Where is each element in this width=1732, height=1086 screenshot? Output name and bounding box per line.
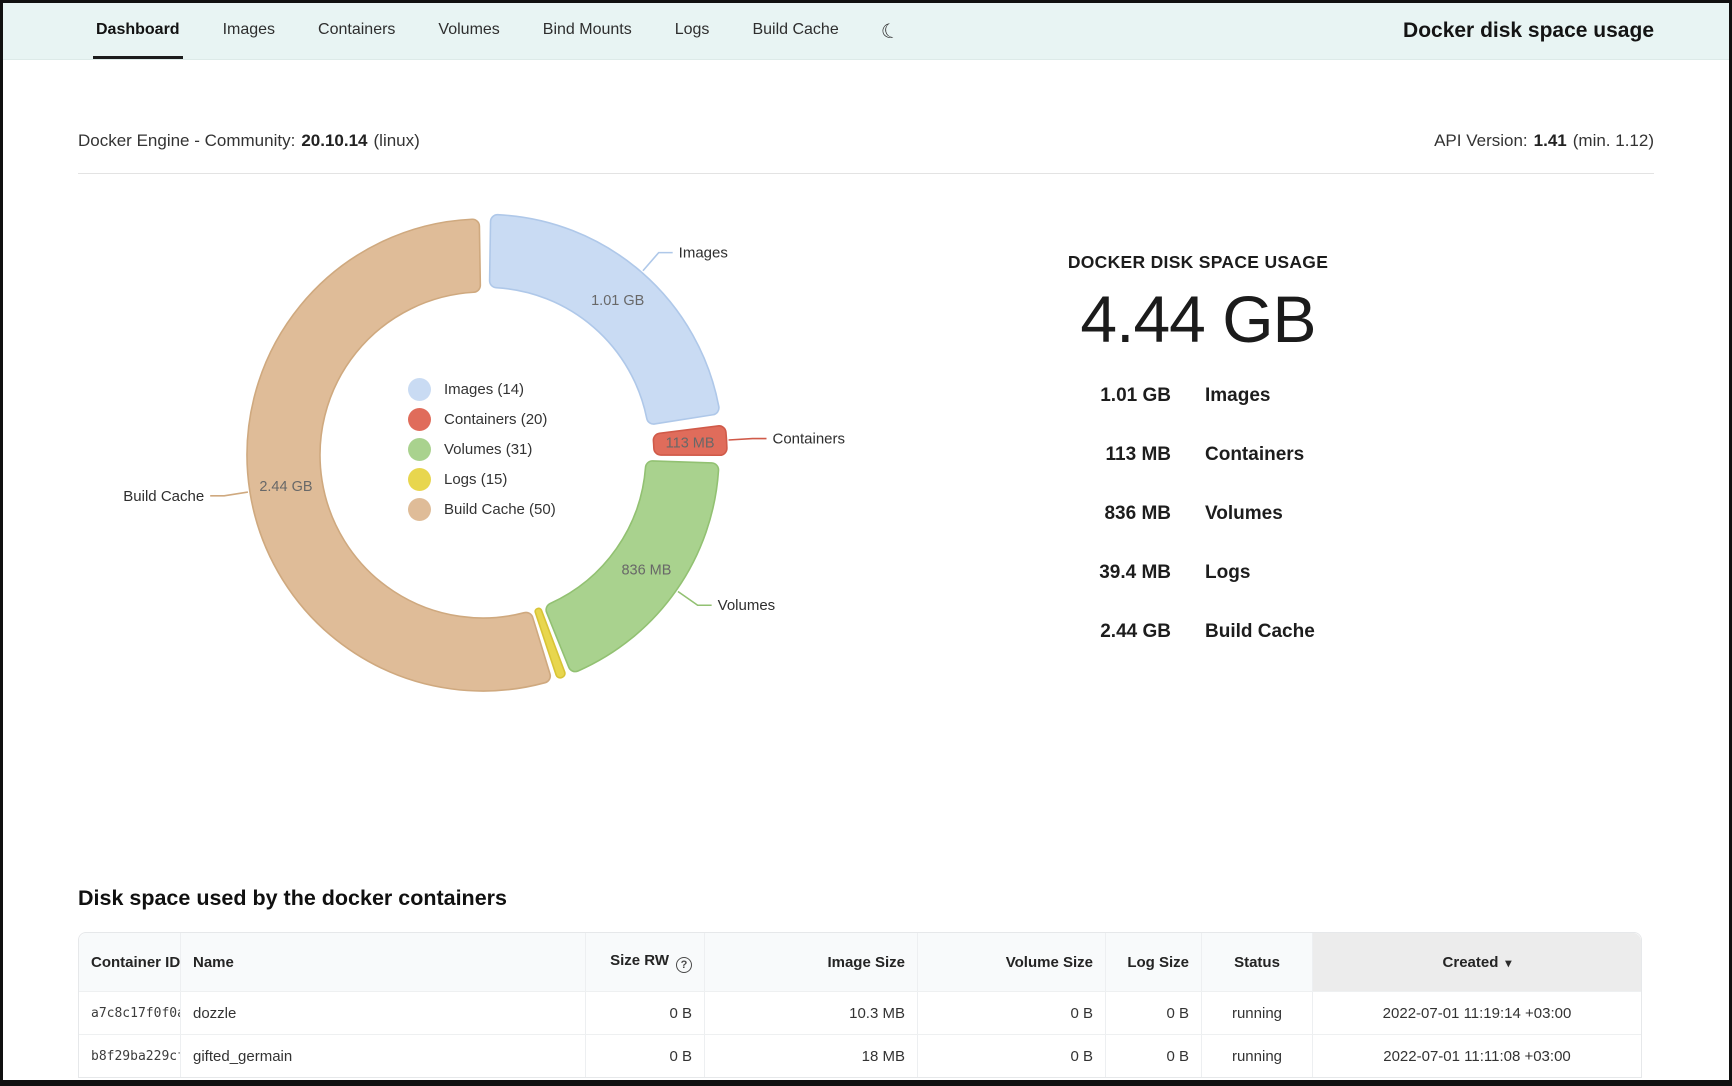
table-row: a7c8c17f0f0adozzle0 B10.3 MB0 B0 Brunnin… — [79, 991, 1641, 1034]
legend-label-images: Images (14) — [444, 381, 524, 398]
legend-dot-containers — [408, 408, 431, 431]
slice-callout-label-volumes: Volumes — [718, 597, 776, 614]
summary-title: DOCKER DISK SPACE USAGE — [1003, 252, 1393, 273]
slice-callout-label-build-cache: Build Cache — [123, 488, 204, 505]
cell-created: 2022-07-01 11:19:14 +03:00 — [1312, 991, 1641, 1034]
tab-images[interactable]: Images — [220, 3, 278, 59]
legend-label-logs: Logs (15) — [444, 471, 507, 488]
legend-label-build-cache: Build Cache (50) — [444, 501, 556, 518]
summary-value-images: 1.01 GB — [1041, 385, 1171, 407]
tab-build-cache[interactable]: Build Cache — [749, 3, 841, 59]
api-version-text: API Version:1.41(min. 1.12) — [1434, 131, 1654, 151]
legend-item-logs[interactable]: Logs (15) — [408, 464, 556, 494]
cell-image-size: 10.3 MB — [704, 991, 917, 1034]
cell-size-rw: 0 B — [585, 991, 704, 1034]
col-header-label: Status — [1234, 954, 1280, 971]
table-row: b8f29ba229cfgifted_germain0 B18 MB0 B0 B… — [79, 1034, 1641, 1077]
cell-volume-size: 0 B — [917, 1034, 1105, 1077]
app-title: Docker disk space usage — [1403, 19, 1654, 43]
cell-image-size: 18 MB — [704, 1034, 917, 1077]
engine-info-row: Docker Engine - Community:20.10.14(linux… — [78, 60, 1654, 151]
tab-bind-mounts[interactable]: Bind Mounts — [540, 3, 635, 59]
tab-volumes[interactable]: Volumes — [435, 3, 502, 59]
col-header-label: Container ID — [91, 954, 180, 971]
slice-value-build-cache: 2.44 GB — [259, 479, 312, 495]
col-header-label: Size RW — [610, 952, 669, 969]
cell-container-id: b8f29ba229cf — [79, 1034, 180, 1077]
usage-stats-list: 1.01 GB Images 113 MB Containers 836 MB Volum… — [1041, 385, 1355, 643]
slice-callout-line-volumes — [678, 591, 712, 605]
col-header-label: Created — [1443, 954, 1499, 971]
slice-callout-line-containers — [729, 439, 767, 440]
slice-value-images: 1.01 GB — [591, 293, 644, 309]
legend-dot-logs — [408, 468, 431, 491]
legend-item-images[interactable]: Images (14) — [408, 374, 556, 404]
summary-value-containers: 113 MB — [1041, 444, 1171, 466]
col-header-created[interactable]: Created ▾ — [1312, 933, 1641, 991]
cell-size-rw: 0 B — [585, 1034, 704, 1077]
summary-label-volumes: Volumes — [1205, 503, 1355, 525]
cell-status: running — [1201, 1034, 1312, 1077]
slice-value-containers: 113 MB — [666, 435, 715, 451]
slice-callout-line-build-cache — [210, 492, 248, 496]
tab-logs[interactable]: Logs — [672, 3, 713, 59]
col-header-label: Volume Size — [1006, 954, 1093, 971]
top-nav: Dashboard Images Containers Volumes Bind Mou… — [3, 3, 1729, 60]
cell-log-size: 0 B — [1105, 991, 1201, 1034]
cell-volume-size: 0 B — [917, 991, 1105, 1034]
containers-table: Container ID Name Size RW? Image Size Volume… — [78, 932, 1642, 1078]
col-header-image-size[interactable]: Image Size — [704, 933, 917, 991]
tab-containers[interactable]: Containers — [315, 3, 398, 59]
legend-label-volumes: Volumes (31) — [444, 441, 532, 458]
slice-callout-line-images — [643, 253, 673, 271]
slice-callout-label-images: Images — [679, 245, 728, 262]
col-header-log-size[interactable]: Log Size — [1105, 933, 1201, 991]
summary-label-logs: Logs — [1205, 562, 1355, 584]
chart-legend: Images (14) Containers (20) Volumes (31) Lo… — [408, 374, 556, 524]
col-header-volume-size[interactable]: Volume Size — [917, 933, 1105, 991]
disk-usage-section: 1.01 GB Images 113 MB Containers 836 MB Volum… — [78, 174, 1654, 786]
cell-status: running — [1201, 991, 1312, 1034]
engine-version-text: Docker Engine - Community:20.10.14(linux… — [78, 131, 420, 151]
summary-value-logs: 39.4 MB — [1041, 562, 1171, 584]
col-header-size-rw[interactable]: Size RW? — [585, 933, 704, 991]
legend-item-volumes[interactable]: Volumes (31) — [408, 434, 556, 464]
col-header-label: Log Size — [1127, 954, 1189, 971]
donut-chart-area: 1.01 GB Images 113 MB Containers 836 MB Volum… — [78, 174, 1003, 786]
legend-item-build-cache[interactable]: Build Cache (50) — [408, 494, 556, 524]
legend-item-containers[interactable]: Containers (20) — [408, 404, 556, 434]
moon-icon: ☾ — [878, 17, 901, 46]
slice-value-volumes: 836 MB — [621, 562, 671, 578]
cell-log-size: 0 B — [1105, 1034, 1201, 1077]
col-header-label: Image Size — [827, 954, 905, 971]
help-icon[interactable]: ? — [676, 957, 692, 973]
summary-label-containers: Containers — [1205, 444, 1355, 466]
summary-value-build-cache: 2.44 GB — [1041, 621, 1171, 643]
cell-name: gifted_germain — [180, 1034, 585, 1077]
containers-table-heading: Disk space used by the docker containers — [78, 886, 1654, 911]
col-header-container-id[interactable]: Container ID — [79, 933, 180, 991]
legend-dot-images — [408, 378, 431, 401]
summary-value-volumes: 836 MB — [1041, 503, 1171, 525]
cell-container-id: a7c8c17f0f0a — [79, 991, 180, 1034]
summary-label-build-cache: Build Cache — [1205, 621, 1355, 643]
col-header-label: Name — [193, 954, 234, 971]
theme-toggle-button[interactable]: ☾ — [881, 3, 899, 59]
tab-dashboard[interactable]: Dashboard — [93, 3, 183, 59]
total-disk-usage: 4.44 GB — [1003, 281, 1393, 357]
legend-label-containers: Containers (20) — [444, 411, 547, 428]
cell-created: 2022-07-01 11:11:08 +03:00 — [1312, 1034, 1641, 1077]
slice-callout-label-containers: Containers — [772, 431, 845, 448]
legend-dot-build-cache — [408, 498, 431, 521]
sort-desc-icon: ▾ — [1505, 956, 1511, 970]
col-header-name[interactable]: Name — [180, 933, 585, 991]
cell-name: dozzle — [180, 991, 585, 1034]
table-header-row: Container ID Name Size RW? Image Size Volume… — [79, 933, 1641, 991]
disk-usage-summary: DOCKER DISK SPACE USAGE 4.44 GB 1.01 GB I… — [1003, 174, 1393, 786]
col-header-status[interactable]: Status — [1201, 933, 1312, 991]
docker-disk-usage-page: { "nav": { "tabs": [ {"label": "Dashboar… — [0, 0, 1732, 1086]
summary-label-images: Images — [1205, 385, 1355, 407]
legend-dot-volumes — [408, 438, 431, 461]
